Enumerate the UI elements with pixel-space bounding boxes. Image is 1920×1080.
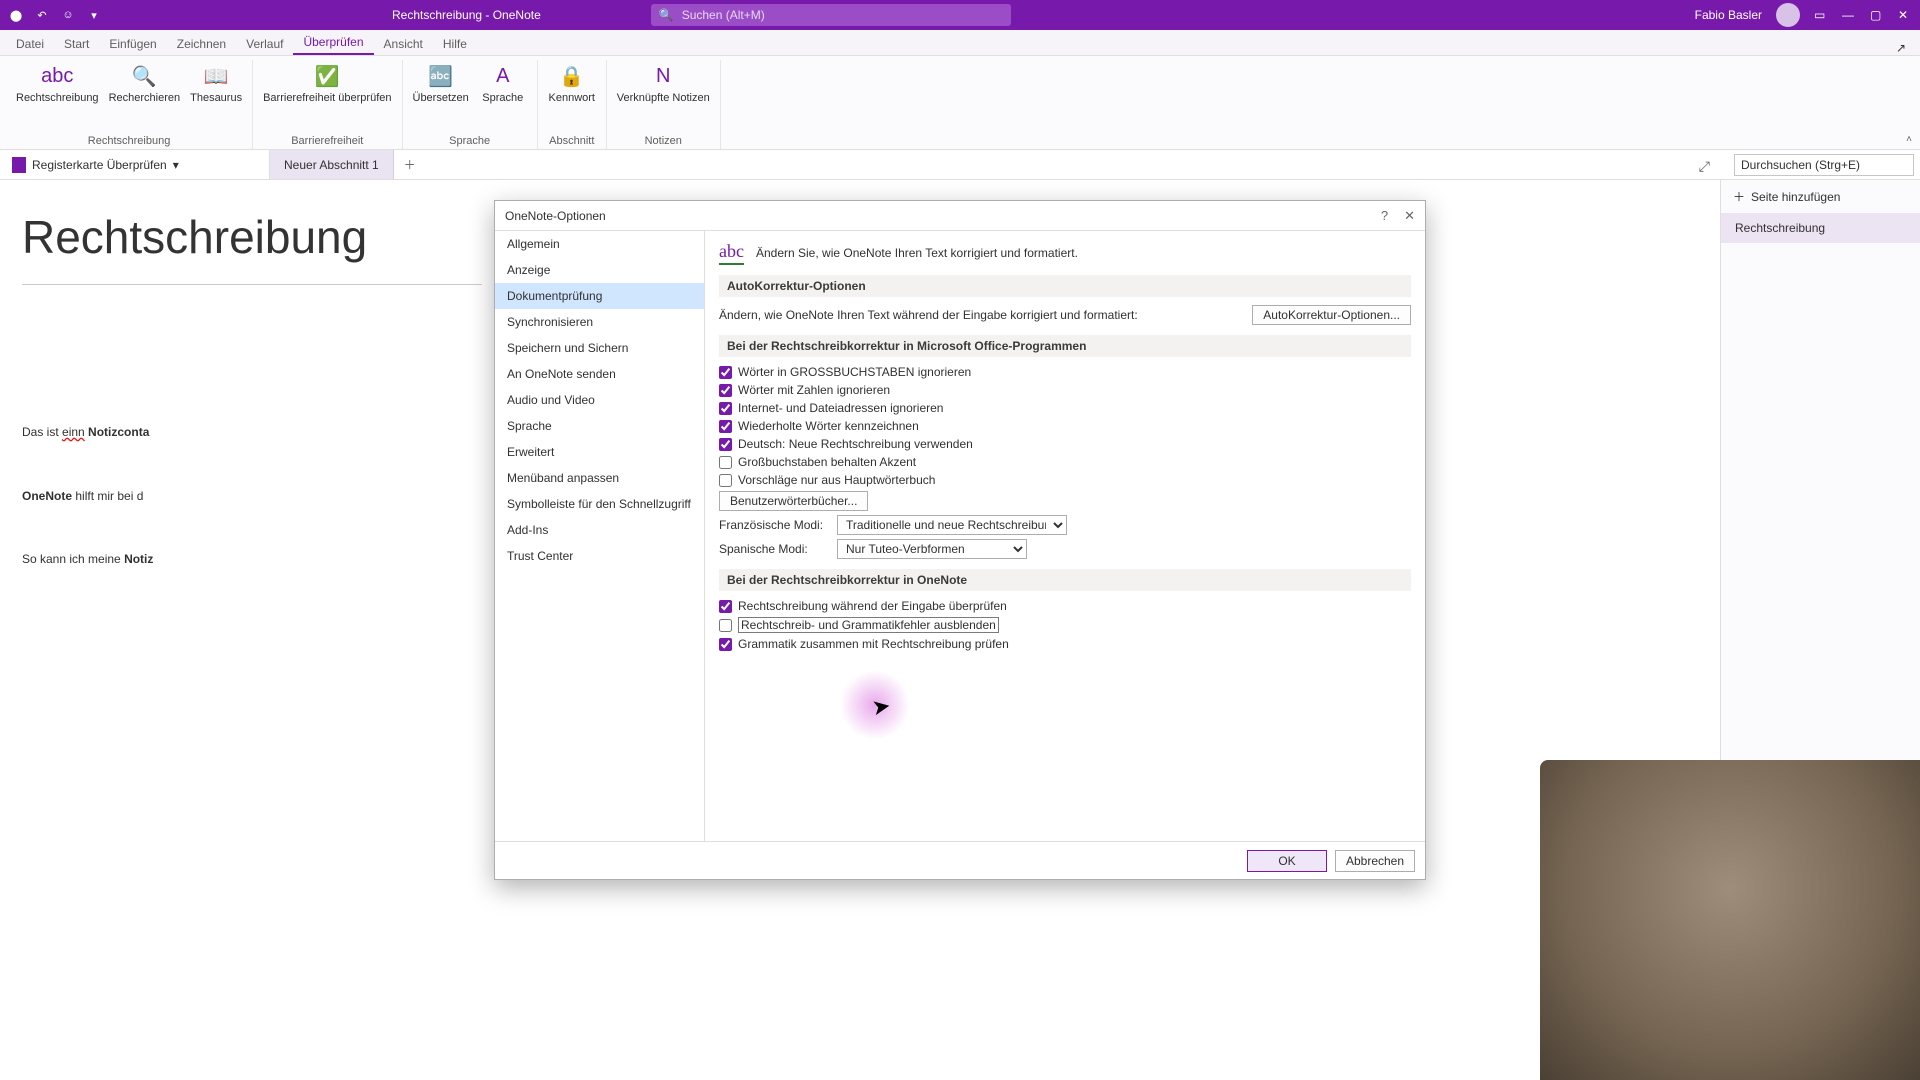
checkbox-row: Wörter mit Zahlen ignorieren	[719, 381, 1411, 399]
checkbox-row: Internet- und Dateiadressen ignorieren	[719, 399, 1411, 417]
checkbox-row: Vorschläge nur aus Hauptwörterbuch	[719, 471, 1411, 489]
checkbox-label[interactable]: Internet- und Dateiadressen ignorieren	[738, 401, 943, 415]
checkbox[interactable]	[719, 384, 732, 397]
dialog-content: abc Ändern Sie, wie OneNote Ihren Text k…	[705, 231, 1425, 841]
checkbox[interactable]	[719, 438, 732, 451]
dialog-title: OneNote-Optionen	[505, 209, 606, 223]
checkbox-label[interactable]: Wörter mit Zahlen ignorieren	[738, 383, 890, 397]
dialog-nav-item[interactable]: Sprache	[495, 413, 704, 439]
spanish-modes-select[interactable]: Nur Tuteo-Verbformen	[837, 539, 1027, 559]
dialog-nav-item[interactable]: Erweitert	[495, 439, 704, 465]
dialog-close-icon[interactable]: ✕	[1404, 208, 1415, 224]
autocorrect-options-button[interactable]: AutoKorrektur-Optionen...	[1252, 305, 1411, 325]
checkbox-label[interactable]: Rechtschreibung während der Eingabe über…	[738, 599, 1007, 613]
checkbox-label[interactable]: Wiederholte Wörter kennzeichnen	[738, 419, 919, 433]
autocorrect-desc: Ändern, wie OneNote Ihren Text während d…	[719, 308, 1246, 322]
dialog-nav-item[interactable]: Symbolleiste für den Schnellzugriff	[495, 491, 704, 517]
checkbox[interactable]	[719, 420, 732, 433]
dialog-nav-item[interactable]: Menüband anpassen	[495, 465, 704, 491]
checkbox-row: Grammatik zusammen mit Rechtschreibung p…	[719, 635, 1411, 653]
section-header: Bei der Rechtschreibkorrektur in Microso…	[719, 335, 1411, 357]
checkbox[interactable]	[719, 638, 732, 651]
french-modes-label: Französische Modi:	[719, 518, 831, 532]
checkbox-row: Wiederholte Wörter kennzeichnen	[719, 417, 1411, 435]
checkbox-label[interactable]: Grammatik zusammen mit Rechtschreibung p…	[738, 637, 1009, 651]
dialog-nav-item[interactable]: Dokumentprüfung	[495, 283, 704, 309]
checkbox[interactable]	[719, 402, 732, 415]
section-header: AutoKorrektur-Optionen	[719, 275, 1411, 297]
checkbox[interactable]	[719, 456, 732, 469]
checkbox-label[interactable]: Rechtschreib- und Grammatikfehler ausble…	[738, 617, 999, 633]
checkbox-row: Rechtschreibung während der Eingabe über…	[719, 597, 1411, 615]
dialog-intro: Ändern Sie, wie OneNote Ihren Text korri…	[756, 246, 1078, 260]
dialog-nav-item[interactable]: Anzeige	[495, 257, 704, 283]
french-modes-select[interactable]: Traditionelle und neue Rechtschreibung	[837, 515, 1067, 535]
proofing-icon: abc	[719, 241, 744, 265]
dialog-nav-item[interactable]: Trust Center	[495, 543, 704, 569]
dialog-nav-item[interactable]: Add-Ins	[495, 517, 704, 543]
user-dictionaries-button[interactable]: Benutzerwörterbücher...	[719, 491, 868, 511]
help-icon[interactable]: ?	[1381, 208, 1388, 224]
spanish-modes-label: Spanische Modi:	[719, 542, 831, 556]
options-dialog: OneNote-Optionen ? ✕ AllgemeinAnzeigeDok…	[494, 200, 1426, 880]
checkbox[interactable]	[719, 366, 732, 379]
dialog-nav-item[interactable]: Audio und Video	[495, 387, 704, 413]
checkbox-row: Wörter in GROSSBUCHSTABEN ignorieren	[719, 363, 1411, 381]
webcam-overlay	[1540, 760, 1920, 1080]
ok-button[interactable]: OK	[1247, 850, 1327, 872]
dialog-nav-item[interactable]: Speichern und Sichern	[495, 335, 704, 361]
dialog-nav-item[interactable]: Allgemein	[495, 231, 704, 257]
checkbox-label[interactable]: Deutsch: Neue Rechtschreibung verwenden	[738, 437, 973, 451]
checkbox-label[interactable]: Wörter in GROSSBUCHSTABEN ignorieren	[738, 365, 971, 379]
checkbox-row: Deutsch: Neue Rechtschreibung verwenden	[719, 435, 1411, 453]
checkbox-label[interactable]: Vorschläge nur aus Hauptwörterbuch	[738, 473, 935, 487]
checkbox-row: Großbuchstaben behalten Akzent	[719, 453, 1411, 471]
dialog-nav-item[interactable]: Synchronisieren	[495, 309, 704, 335]
dialog-titlebar: OneNote-Optionen ? ✕	[495, 201, 1425, 231]
checkbox[interactable]	[719, 619, 732, 632]
checkbox[interactable]	[719, 600, 732, 613]
cancel-button[interactable]: Abbrechen	[1335, 850, 1415, 872]
dialog-footer: OK Abbrechen	[495, 841, 1425, 879]
dialog-nav: AllgemeinAnzeigeDokumentprüfungSynchroni…	[495, 231, 705, 841]
section-header: Bei der Rechtschreibkorrektur in OneNote	[719, 569, 1411, 591]
checkbox[interactable]	[719, 474, 732, 487]
checkbox-row: Rechtschreib- und Grammatikfehler ausble…	[719, 615, 1411, 635]
checkbox-label[interactable]: Großbuchstaben behalten Akzent	[738, 455, 916, 469]
dialog-nav-item[interactable]: An OneNote senden	[495, 361, 704, 387]
